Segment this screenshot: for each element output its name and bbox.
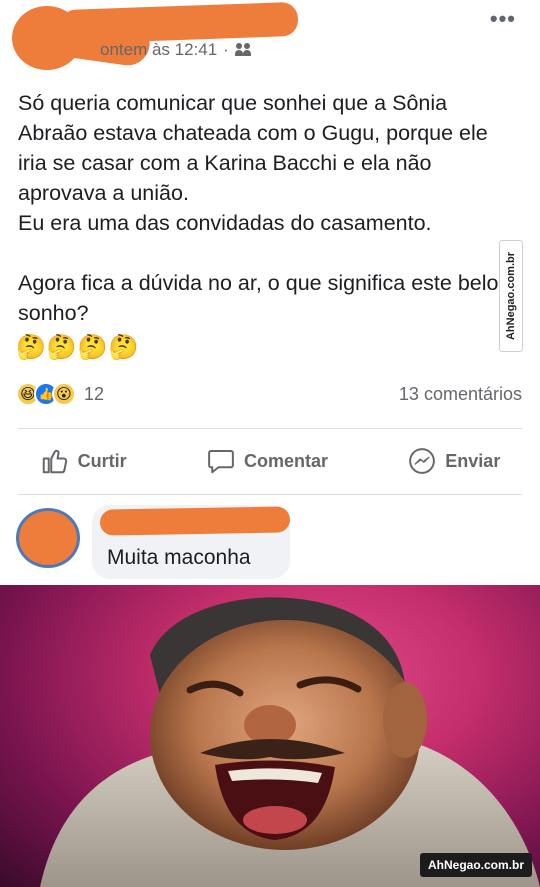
action-bar: Curtir Comentar Enviar bbox=[0, 428, 540, 494]
wow-reaction-icon: 😮 bbox=[52, 382, 76, 406]
friends-icon bbox=[234, 43, 253, 57]
post-text: Só queria comunicar que sonhei que a Sôn… bbox=[18, 88, 518, 328]
send-label: Enviar bbox=[445, 450, 501, 471]
divider bbox=[18, 494, 522, 495]
post-timestamp[interactable]: ontem às 12:41 bbox=[100, 40, 217, 60]
more-options-icon[interactable]: ••• bbox=[490, 6, 516, 32]
post-paragraph-2: Agora fica a dúvida no ar, o que signifi… bbox=[18, 271, 499, 325]
laughing-man-illustration bbox=[40, 597, 540, 887]
reaction-count: 12 bbox=[84, 383, 105, 404]
comment-text: Muita maconha bbox=[107, 546, 251, 569]
thumbs-up-icon bbox=[42, 449, 67, 474]
messenger-icon bbox=[409, 448, 436, 474]
send-button[interactable]: Enviar bbox=[407, 446, 500, 476]
laughing-man-meme-image: AhNegao.com.br bbox=[0, 585, 540, 887]
post-paragraph-1: Só queria comunicar que sonhei que a Sôn… bbox=[18, 91, 488, 235]
redacted-commenter-name bbox=[99, 506, 291, 536]
meta-separator: · bbox=[223, 40, 229, 59]
like-label: Curtir bbox=[77, 450, 127, 471]
vertical-watermark-text: AhNegao.com.br bbox=[505, 251, 517, 341]
reactions-summary[interactable]: 😆 👍 😮 12 bbox=[16, 382, 104, 406]
comment-button[interactable]: Comentar bbox=[206, 446, 328, 476]
commenter-avatar[interactable] bbox=[16, 508, 80, 568]
watermark-badge: AhNegao.com.br bbox=[419, 853, 532, 877]
redacted-poster-name bbox=[59, 1, 299, 45]
comments-count-link[interactable]: 13 comentários bbox=[399, 384, 522, 405]
speech-bubble-icon bbox=[208, 450, 234, 474]
post-meta: ontem às 12:41 · bbox=[100, 40, 253, 60]
comment-label: Comentar bbox=[243, 450, 328, 471]
vertical-watermark: AhNegao.com.br bbox=[499, 240, 523, 352]
thinking-emoji-row: 🤔🤔🤔🤔 bbox=[16, 334, 140, 361]
like-button[interactable]: Curtir bbox=[40, 446, 127, 476]
